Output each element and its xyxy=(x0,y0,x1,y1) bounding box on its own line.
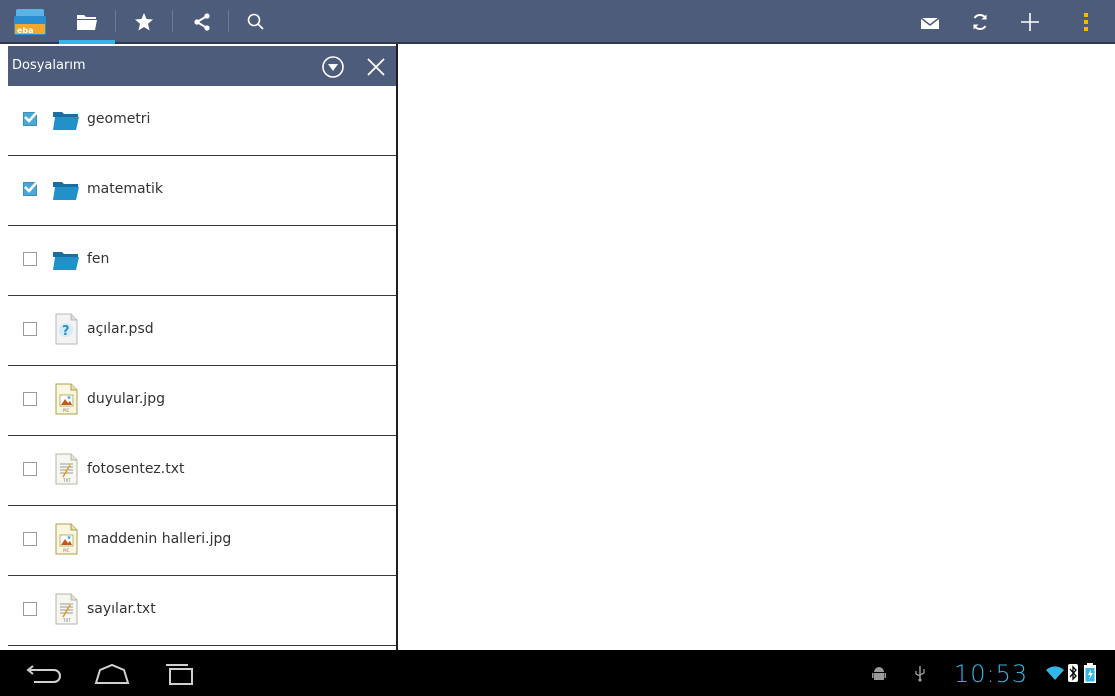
action-bar: eba xyxy=(0,0,1115,44)
overflow-menu-button[interactable] xyxy=(1066,0,1106,44)
file-name: fen xyxy=(87,251,110,267)
list-item[interactable]: ? açılar.psd xyxy=(8,296,396,366)
usb-icon xyxy=(915,666,925,682)
tab-favorites[interactable] xyxy=(120,0,168,44)
svg-text:eba: eba xyxy=(17,26,34,35)
tab-folder[interactable] xyxy=(62,0,112,44)
checkbox[interactable] xyxy=(23,532,37,546)
back-icon xyxy=(26,665,61,683)
divider xyxy=(228,10,229,32)
panel-header: Dosyalarım xyxy=(8,46,396,86)
recent-apps-icon xyxy=(166,664,193,685)
content-area xyxy=(398,44,1115,650)
divider xyxy=(172,10,173,32)
folder-icon xyxy=(53,182,79,200)
checkbox[interactable] xyxy=(23,462,37,476)
file-browser-panel: Dosyalarım geometri matematik fen ? açıl… xyxy=(0,44,398,650)
text-file-icon: TXT xyxy=(55,593,78,625)
divider xyxy=(115,10,116,32)
svg-text:?: ? xyxy=(62,324,70,339)
list-item[interactable]: fen xyxy=(8,226,396,296)
folder-icon xyxy=(53,252,79,270)
battery-icon xyxy=(1084,663,1096,683)
image-file-icon: PIC xyxy=(55,523,78,555)
close-icon xyxy=(367,58,385,76)
android-debug-icon xyxy=(872,667,886,680)
folder-icon xyxy=(53,112,79,130)
tab-share[interactable] xyxy=(178,0,226,44)
refresh-icon xyxy=(973,13,987,31)
file-name: duyular.jpg xyxy=(87,391,165,407)
list-item[interactable]: TXT sayılar.txt xyxy=(8,576,396,646)
add-icon xyxy=(1021,13,1039,31)
refresh-button[interactable] xyxy=(960,0,1000,44)
mail-icon xyxy=(920,17,940,29)
checkbox[interactable] xyxy=(23,322,37,336)
file-name: geometri xyxy=(87,111,151,127)
search-icon xyxy=(247,13,264,30)
system-bar: 10:53 xyxy=(0,650,1115,696)
add-button[interactable] xyxy=(1010,0,1050,44)
checkbox[interactable] xyxy=(23,110,39,126)
checkbox[interactable] xyxy=(23,392,37,406)
file-name: maddenin halleri.jpg xyxy=(87,531,232,547)
file-name: matematik xyxy=(87,181,164,197)
back-button[interactable] xyxy=(24,662,64,686)
bluetooth-icon xyxy=(1068,664,1078,682)
svg-text:PIC: PIC xyxy=(63,548,70,553)
list-item[interactable]: PIC duyular.jpg xyxy=(8,366,396,436)
svg-text:TXT: TXT xyxy=(62,478,71,483)
list-item[interactable]: PIC maddenin halleri.jpg xyxy=(8,506,396,576)
svg-text:PIC: PIC xyxy=(63,408,70,413)
clock: 10:53 xyxy=(954,660,1029,688)
file-name: açılar.psd xyxy=(87,321,154,337)
eba-logo-icon[interactable]: eba xyxy=(10,0,50,44)
list-item[interactable]: TXT fotosentez.txt xyxy=(8,436,396,506)
checkbox[interactable] xyxy=(23,180,39,196)
close-button[interactable] xyxy=(365,56,387,78)
panel-title: Dosyalarım xyxy=(12,58,86,73)
image-file-icon: PIC xyxy=(55,383,78,415)
overflow-menu-icon xyxy=(1084,13,1088,31)
svg-text:TXT: TXT xyxy=(62,618,71,623)
star-icon xyxy=(135,13,153,31)
folder-icon xyxy=(77,15,97,30)
list-item[interactable]: matematik xyxy=(8,156,396,226)
list-item[interactable]: geometri xyxy=(8,86,396,156)
text-file-icon: TXT xyxy=(55,453,78,485)
file-list: geometri matematik fen ? açılar.psd PIC … xyxy=(8,86,396,646)
checkbox[interactable] xyxy=(23,602,37,616)
dropdown-button[interactable] xyxy=(321,55,345,79)
wifi-icon xyxy=(1046,666,1064,680)
home-icon xyxy=(94,663,130,684)
home-button[interactable] xyxy=(92,662,132,686)
file-name: fotosentez.txt xyxy=(87,461,185,477)
checkbox[interactable] xyxy=(23,252,37,266)
chevron-down-icon xyxy=(322,56,344,78)
mail-button[interactable] xyxy=(910,0,950,44)
tab-search[interactable] xyxy=(234,0,278,44)
unknown-file-icon: ? xyxy=(55,313,78,345)
recent-apps-button[interactable] xyxy=(160,662,200,686)
file-name: sayılar.txt xyxy=(87,601,156,617)
share-icon xyxy=(194,13,210,31)
